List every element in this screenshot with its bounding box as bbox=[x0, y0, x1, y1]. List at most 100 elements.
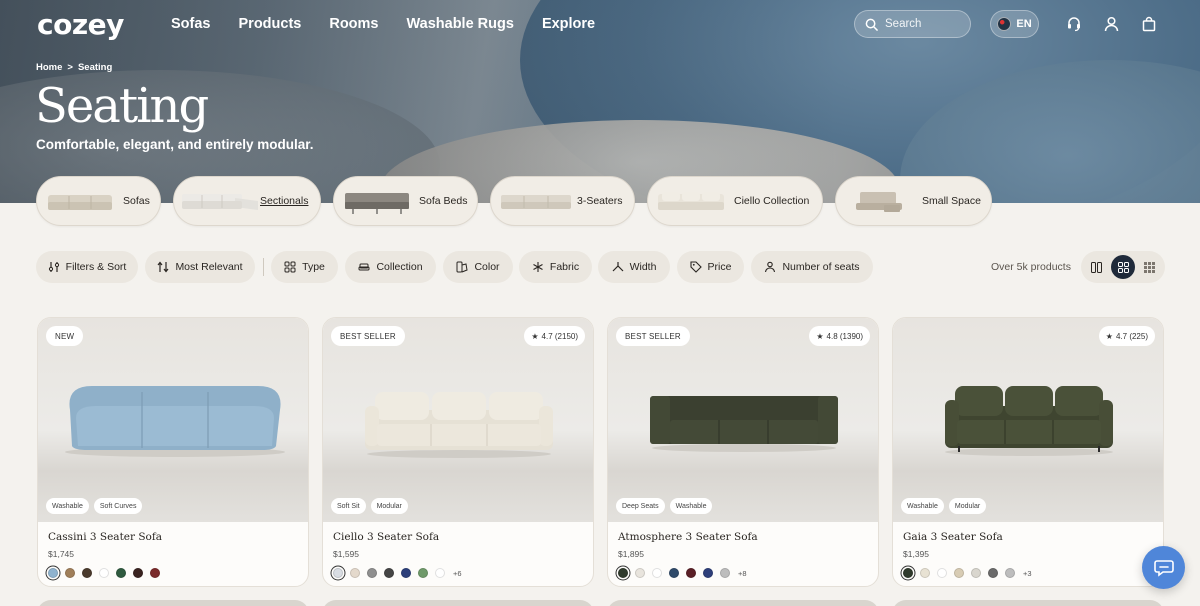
filter-number-of-seats[interactable]: Number of seats bbox=[751, 251, 873, 283]
color-swatch[interactable] bbox=[418, 568, 428, 578]
australia-flag-icon bbox=[997, 17, 1012, 31]
filter-divider bbox=[263, 258, 264, 276]
search-box[interactable] bbox=[854, 10, 971, 38]
color-swatch[interactable] bbox=[133, 568, 143, 578]
product-tags: Washable Modular bbox=[901, 498, 987, 514]
color-swatch[interactable] bbox=[971, 568, 981, 578]
product-price: $1,745 bbox=[48, 549, 74, 559]
category-label: 3-Seaters bbox=[577, 195, 623, 207]
color-swatch[interactable] bbox=[669, 568, 679, 578]
product-name[interactable]: Atmosphere 3 Seater Sofa bbox=[618, 531, 758, 543]
category-3-seaters[interactable]: 3-Seaters bbox=[490, 176, 635, 226]
product-name[interactable]: Ciello 3 Seater Sofa bbox=[333, 531, 439, 543]
filter-price[interactable]: Price bbox=[677, 251, 744, 283]
sort-button[interactable]: Most Relevant bbox=[145, 251, 255, 283]
color-swatch[interactable] bbox=[367, 568, 377, 578]
chat-button[interactable] bbox=[1142, 546, 1185, 589]
nav-sofas[interactable]: Sofas bbox=[171, 16, 211, 32]
nav-explore[interactable]: Explore bbox=[542, 16, 595, 32]
product-image[interactable] bbox=[608, 318, 878, 522]
category-small-space[interactable]: Small Space bbox=[835, 176, 992, 226]
more-colors-count[interactable]: +8 bbox=[738, 569, 747, 578]
three-seater-thumbnail bbox=[501, 195, 571, 209]
filters-sort-button[interactable]: Filters & Sort bbox=[36, 251, 138, 283]
category-sofa-beds[interactable]: Sofa Beds bbox=[333, 176, 478, 226]
product-image[interactable] bbox=[323, 318, 593, 522]
view-four-column-button[interactable] bbox=[1111, 255, 1135, 279]
color-swatch[interactable] bbox=[937, 568, 947, 578]
support-headset-icon[interactable] bbox=[1064, 14, 1084, 34]
product-name[interactable]: Gaia 3 Seater Sofa bbox=[903, 531, 1003, 543]
page-subtitle: Comfortable, elegant, and entirely modul… bbox=[36, 137, 314, 152]
view-two-column-button[interactable] bbox=[1084, 255, 1108, 279]
color-swatch[interactable] bbox=[954, 568, 964, 578]
color-swatch[interactable] bbox=[384, 568, 394, 578]
nav-products[interactable]: Products bbox=[239, 16, 302, 32]
product-name[interactable]: Cassini 3 Seater Sofa bbox=[48, 531, 162, 543]
nav-washable-rugs[interactable]: Washable Rugs bbox=[407, 16, 514, 32]
color-swatch[interactable] bbox=[903, 568, 913, 578]
color-swatch[interactable] bbox=[82, 568, 92, 578]
breadcrumb-home[interactable]: Home bbox=[36, 62, 62, 73]
filter-collection[interactable]: Collection bbox=[345, 251, 436, 283]
category-sofas[interactable]: Sofas bbox=[36, 176, 161, 226]
filter-color[interactable]: Color bbox=[443, 251, 513, 283]
product-card[interactable]: BEST SELLER ★ 4.7 (2150) Soft Sit Modular… bbox=[322, 317, 594, 587]
color-swatch[interactable] bbox=[920, 568, 930, 578]
product-badge: BEST SELLER bbox=[331, 326, 405, 346]
cart-bag-icon[interactable] bbox=[1139, 14, 1159, 34]
color-swatches: +8 bbox=[618, 568, 747, 578]
color-swatch[interactable] bbox=[435, 568, 445, 578]
color-swatch[interactable] bbox=[48, 568, 58, 578]
language-selector[interactable]: EN bbox=[990, 10, 1039, 38]
color-swatch[interactable] bbox=[635, 568, 645, 578]
filter-fabric[interactable]: Fabric bbox=[519, 251, 592, 283]
ciello-sofa-illustration bbox=[365, 392, 553, 458]
breadcrumb-current: Seating bbox=[77, 62, 113, 73]
color-swatch[interactable] bbox=[333, 568, 343, 578]
view-dense-grid-button[interactable] bbox=[1137, 255, 1161, 279]
more-colors-count[interactable]: +6 bbox=[453, 569, 462, 578]
cozey-logo[interactable]: cozey bbox=[37, 8, 124, 41]
color-swatch[interactable] bbox=[65, 568, 75, 578]
category-sectionals[interactable]: Sectionals bbox=[173, 176, 321, 226]
sectional-thumbnail bbox=[182, 194, 258, 210]
color-swatch[interactable] bbox=[99, 568, 109, 578]
color-swatch[interactable] bbox=[618, 568, 628, 578]
product-card-peek bbox=[892, 600, 1164, 606]
filter-seats-label: Number of seats bbox=[782, 261, 860, 273]
category-ciello-collection[interactable]: Ciello Collection bbox=[647, 176, 823, 226]
color-swatch[interactable] bbox=[988, 568, 998, 578]
product-image[interactable] bbox=[38, 318, 308, 522]
more-colors-count[interactable]: +3 bbox=[1023, 569, 1032, 578]
color-swatch[interactable] bbox=[703, 568, 713, 578]
product-card[interactable]: NEW Washable Soft Curves Cassini 3 Seate… bbox=[37, 317, 309, 587]
product-tag: Washable bbox=[46, 498, 89, 514]
account-icon[interactable] bbox=[1101, 14, 1121, 34]
category-label: Small Space bbox=[922, 195, 981, 207]
width-measure-icon bbox=[612, 262, 624, 272]
filter-width[interactable]: Width bbox=[598, 251, 670, 283]
color-swatch[interactable] bbox=[720, 568, 730, 578]
color-swatch[interactable] bbox=[350, 568, 360, 578]
color-swatch[interactable] bbox=[652, 568, 662, 578]
language-label: EN bbox=[1016, 18, 1032, 30]
filter-type[interactable]: Type bbox=[271, 251, 338, 283]
color-swatch[interactable] bbox=[150, 568, 160, 578]
product-price: $1,895 bbox=[618, 549, 644, 559]
nav-rooms[interactable]: Rooms bbox=[329, 16, 378, 32]
product-card-peek bbox=[607, 600, 879, 606]
nine-grid-icon bbox=[1143, 261, 1155, 273]
color-swatch[interactable] bbox=[401, 568, 411, 578]
color-swatch[interactable] bbox=[116, 568, 126, 578]
color-swatch[interactable] bbox=[686, 568, 696, 578]
color-swatch[interactable] bbox=[1005, 568, 1015, 578]
star-icon: ★ bbox=[1105, 331, 1113, 341]
product-image[interactable] bbox=[893, 318, 1163, 522]
product-tags: Soft Sit Modular bbox=[331, 498, 408, 514]
product-card[interactable]: ★ 4.7 (225) Washable Modular Gaia 3 Seate… bbox=[892, 317, 1164, 587]
rating-value: 4.7 (225) bbox=[1115, 331, 1148, 341]
search-input[interactable] bbox=[885, 18, 965, 30]
product-rating: ★ 4.8 (1390) bbox=[809, 326, 870, 346]
product-card[interactable]: BEST SELLER ★ 4.8 (1390) Deep Seats Washa… bbox=[607, 317, 879, 587]
